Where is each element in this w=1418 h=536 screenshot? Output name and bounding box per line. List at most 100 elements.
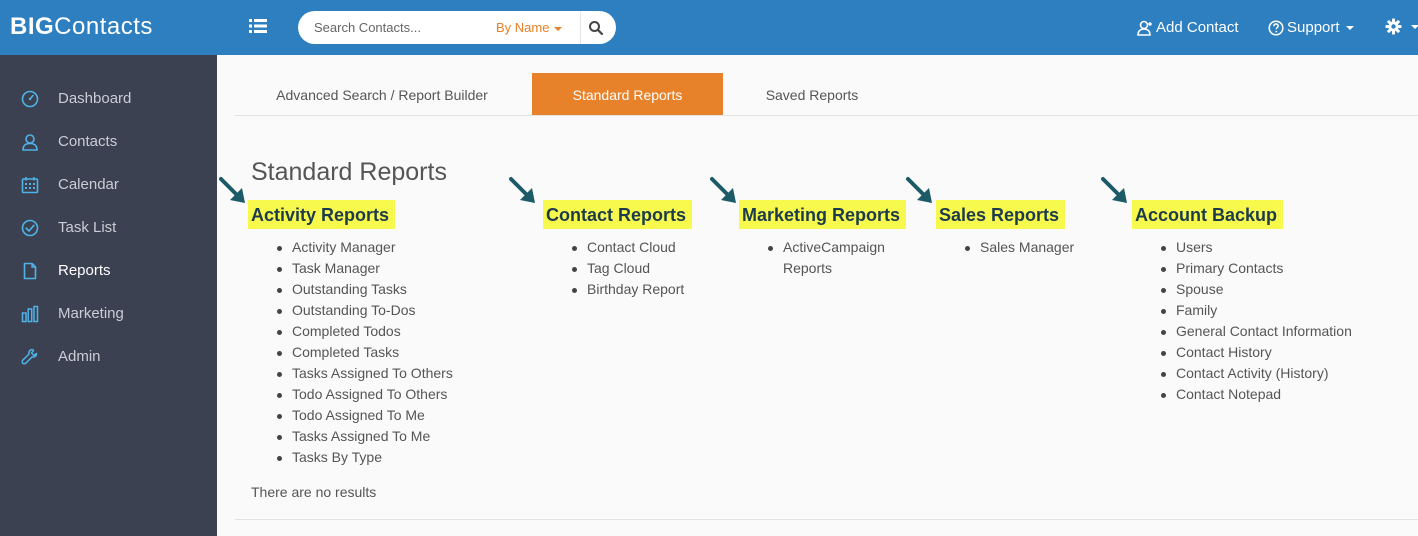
pointer-arrow-icon [710, 177, 736, 203]
sidebar-item-contacts[interactable]: Contacts [0, 124, 217, 160]
add-user-icon [1137, 20, 1152, 36]
pointer-arrow-icon [1101, 177, 1127, 203]
support-label: Support [1287, 19, 1340, 36]
sidebar-item-label: Contacts [58, 133, 118, 150]
main-content: Advanced Search / Report Builder Standar… [217, 55, 1418, 536]
report-list: Users Primary Contacts Spouse Family Gen… [1132, 237, 1352, 405]
report-link[interactable]: Completed Todos [248, 321, 453, 342]
search-bar: By Name [298, 11, 616, 44]
report-link[interactable]: Spouse [1132, 279, 1352, 300]
report-group-header: Contact Reports [543, 200, 693, 229]
report-link[interactable]: Sales Manager [936, 237, 1074, 258]
report-group-header: Activity Reports [248, 200, 396, 229]
report-link[interactable]: Tag Cloud [543, 258, 692, 279]
report-link[interactable]: Task Manager [248, 258, 453, 279]
sidebar-item-calendar[interactable]: Calendar [0, 167, 217, 203]
pointer-arrow-icon [219, 177, 245, 203]
sidebar-item-task-list[interactable]: Task List [0, 210, 217, 246]
report-group-header: Account Backup [1132, 200, 1284, 229]
top-bar: BIGContacts By Name Add Contact [0, 0, 1418, 55]
logo-big: BIG [10, 13, 55, 40]
report-link[interactable]: Todo Assigned To Others [248, 384, 453, 405]
report-link-continuation[interactable]: Reports [739, 258, 906, 279]
sidebar-item-label: Marketing [58, 305, 124, 322]
report-column-marketing: Marketing Reports ActiveCampaign Reports [710, 177, 907, 279]
sidebar-item-label: Dashboard [58, 90, 132, 107]
report-column-activity: Activity Reports Activity Manager Task M… [219, 177, 453, 468]
file-icon [23, 262, 37, 280]
tab-saved-reports[interactable]: Saved Reports [726, 73, 898, 116]
add-contact-label: Add Contact [1156, 19, 1239, 36]
app-logo[interactable]: BIGContacts [10, 14, 153, 40]
sidebar-item-label: Calendar [58, 176, 119, 193]
search-input[interactable] [314, 20, 484, 35]
report-link[interactable]: Tasks By Type [248, 447, 453, 468]
report-link[interactable]: Todo Assigned To Me [248, 405, 453, 426]
pointer-arrow-icon [906, 177, 932, 203]
sidebar-toggle-icon[interactable] [249, 18, 267, 34]
wrench-icon [21, 348, 38, 365]
calendar-icon [21, 177, 39, 194]
user-icon [22, 134, 38, 151]
report-column-contact: Contact Reports Contact Cloud Tag Cloud … [509, 177, 693, 300]
caret-down-icon [1345, 26, 1354, 30]
logo-contacts: Contacts [54, 13, 153, 40]
report-list: ActiveCampaign Reports [739, 237, 906, 279]
sidebar-item-reports[interactable]: Reports [0, 253, 217, 289]
add-contact-link[interactable]: Add Contact [1137, 18, 1239, 38]
dashboard-icon [21, 90, 39, 108]
gear-icon [1385, 18, 1402, 35]
report-link[interactable]: Contact Notepad [1132, 384, 1352, 405]
tabs-divider [235, 115, 1418, 116]
search-icon[interactable] [588, 20, 604, 36]
sidebar-item-marketing[interactable]: Marketing [0, 296, 217, 332]
report-link[interactable]: Tasks Assigned To Others [248, 363, 453, 384]
report-link[interactable]: Primary Contacts [1132, 258, 1352, 279]
sidebar-item-dashboard[interactable]: Dashboard [0, 81, 217, 117]
report-link[interactable]: ActiveCampaign [739, 237, 906, 258]
question-circle-icon [1268, 20, 1284, 36]
search-mode-dropdown[interactable]: By Name [496, 20, 563, 35]
report-link[interactable]: Contact History [1132, 342, 1352, 363]
caret-down-icon [554, 26, 563, 31]
report-list: Activity Manager Task Manager Outstandin… [248, 237, 453, 468]
sidebar-item-label: Task List [58, 219, 117, 236]
report-link[interactable]: Completed Tasks [248, 342, 453, 363]
report-list: Sales Manager [936, 237, 1074, 258]
report-link[interactable]: Tasks Assigned To Me [248, 426, 453, 447]
settings-dropdown[interactable] [1385, 18, 1418, 35]
report-list: Contact Cloud Tag Cloud Birthday Report [543, 237, 692, 300]
support-dropdown[interactable]: Support [1268, 18, 1354, 38]
tab-label: Saved Reports [765, 86, 859, 103]
report-column-account-backup: Account Backup Users Primary Contacts Sp… [1101, 177, 1352, 405]
report-column-sales: Sales Reports Sales Manager [906, 177, 1074, 258]
report-link[interactable]: Outstanding Tasks [248, 279, 453, 300]
tab-standard-reports[interactable]: Standard Reports [532, 73, 723, 116]
tab-label: Standard Reports [572, 86, 683, 103]
caret-down-icon [1411, 24, 1418, 29]
page-title: Standard Reports [251, 158, 447, 186]
pointer-arrow-icon [509, 177, 535, 203]
bar-chart-icon [21, 305, 39, 323]
report-link[interactable]: Birthday Report [543, 279, 692, 300]
report-group-header: Sales Reports [936, 200, 1066, 229]
sidebar-item-admin[interactable]: Admin [0, 339, 217, 375]
report-link[interactable]: Family [1132, 300, 1352, 321]
no-results-message: There are no results [251, 484, 377, 500]
check-circle-icon [21, 219, 39, 237]
report-link[interactable]: Contact Activity (History) [1132, 363, 1352, 384]
content-divider [235, 519, 1418, 520]
report-link[interactable]: Outstanding To-Dos [248, 300, 453, 321]
sidebar-item-label: Admin [58, 348, 101, 365]
search-mode-label: By Name [496, 20, 550, 35]
report-link[interactable]: General Contact Information [1132, 321, 1352, 342]
sidebar: Dashboard Contacts Calendar Task List Re… [0, 55, 217, 536]
report-link[interactable]: Contact Cloud [543, 237, 692, 258]
tab-advanced-search[interactable]: Advanced Search / Report Builder [253, 73, 511, 116]
search-divider [580, 11, 581, 44]
report-group-header: Marketing Reports [739, 200, 907, 229]
tab-label: Advanced Search / Report Builder [276, 86, 488, 103]
sidebar-item-label: Reports [58, 262, 111, 279]
report-link[interactable]: Users [1132, 237, 1352, 258]
report-link[interactable]: Activity Manager [248, 237, 453, 258]
